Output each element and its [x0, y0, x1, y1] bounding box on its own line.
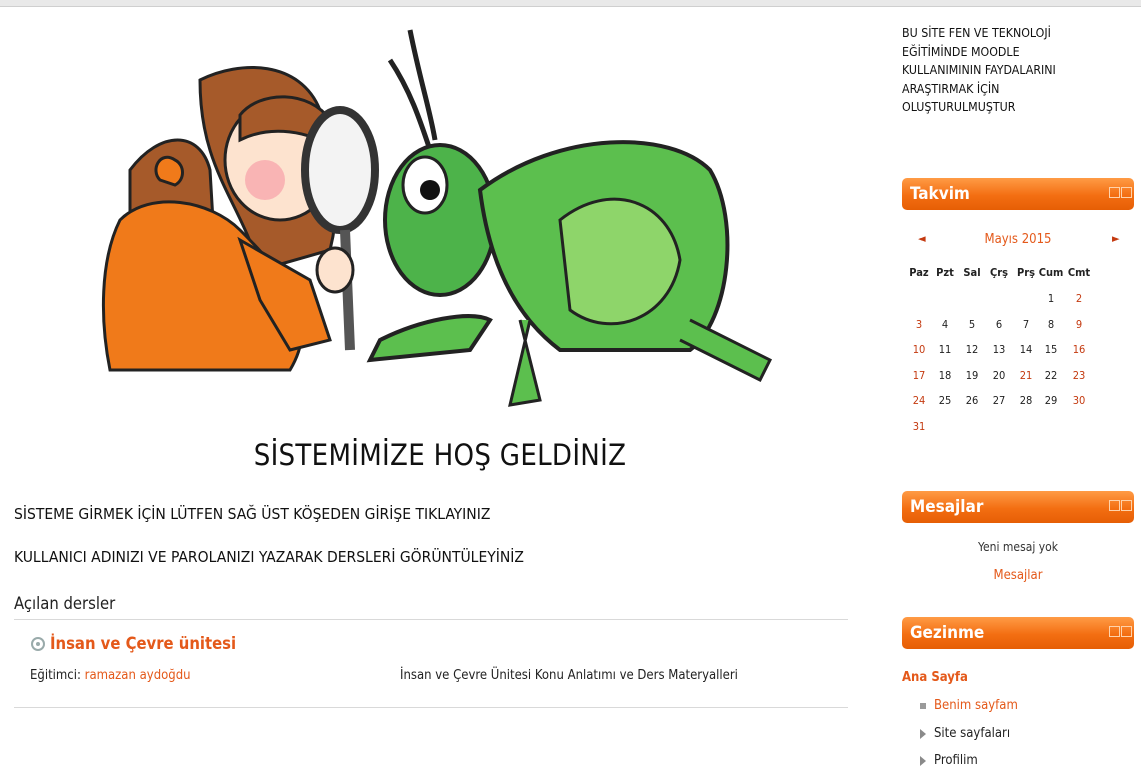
nav-item-label: Site sayfaları: [934, 726, 1011, 741]
nav-item-my-page[interactable]: Benim sayfam: [920, 698, 1018, 713]
calendar-day[interactable]: 23: [1066, 369, 1092, 382]
calendar-block-header: Takvim: [902, 178, 1134, 210]
bullet-icon: [920, 702, 926, 709]
calendar-day[interactable]: 6: [986, 318, 1012, 331]
calendar-day[interactable]: 24: [906, 394, 932, 407]
calendar-day[interactable]: 25: [932, 394, 958, 407]
divider: [14, 707, 848, 708]
divider: [14, 619, 848, 620]
calendar-day[interactable]: 14: [1013, 343, 1039, 356]
nav-home-link[interactable]: Ana Sayfa: [902, 670, 968, 685]
navigation-title: Gezinme: [910, 623, 985, 643]
weekday-header: Cmt: [1067, 266, 1091, 279]
girl-figure: [101, 66, 379, 372]
nav-item-label: Profilim: [934, 753, 978, 768]
calendar-day[interactable]: 4: [932, 318, 958, 331]
calendar-day[interactable]: 29: [1038, 394, 1064, 407]
calendar-day[interactable]: 30: [1066, 394, 1092, 407]
calendar-day[interactable]: 7: [1013, 318, 1039, 331]
calendar-day[interactable]: 18: [932, 369, 958, 382]
courses-heading: Açılan dersler: [14, 594, 116, 613]
site-description: BU SİTE FEN VE TEKNOLOJİ EĞİTİMİNDE MOOD…: [902, 26, 1056, 114]
calendar-day[interactable]: 15: [1038, 343, 1064, 356]
calendar-day[interactable]: 11: [932, 343, 958, 356]
course-summary: İnsan ve Çevre Ünitesi Konu Anlatımı ve …: [400, 668, 738, 683]
next-month-icon[interactable]: ►: [1112, 232, 1120, 245]
course-icon: [31, 637, 45, 651]
calendar-day[interactable]: 9: [1066, 318, 1092, 331]
calendar-day[interactable]: 17: [906, 369, 932, 382]
expand-arrow-icon: [920, 755, 926, 766]
calendar-day[interactable]: 2: [1066, 292, 1092, 305]
calendar-day[interactable]: 13: [986, 343, 1012, 356]
main-content: SİSTEMİMİZE HOŞ GELDİNİZ SİSTEME GİRMEK …: [0, 0, 880, 776]
calendar-day[interactable]: 22: [1038, 369, 1064, 382]
nav-item-site-pages[interactable]: Site sayfaları: [920, 726, 1010, 741]
minimize-icon[interactable]: [1109, 187, 1120, 198]
welcome-heading: SİSTEMİMİZE HOŞ GELDİNİZ: [253, 438, 627, 472]
teacher-label: Eğitimci:: [30, 668, 81, 683]
calendar-day[interactable]: 28: [1013, 394, 1039, 407]
no-messages-text: Yeni mesaj yok: [978, 540, 1058, 554]
teacher-link[interactable]: ramazan aydoğdu: [85, 668, 191, 683]
username-instruction: KULLANICI ADINIZI VE PAROLANIZI YAZARAK …: [14, 548, 524, 566]
calendar-day[interactable]: 16: [1066, 343, 1092, 356]
minimize-icon[interactable]: [1109, 626, 1120, 637]
login-instruction: SİSTEME GİRMEK İÇİN LÜTFEN SAĞ ÜST KÖŞED…: [14, 505, 491, 523]
navigation-block-header: Gezinme: [902, 617, 1134, 649]
calendar-day[interactable]: 26: [959, 394, 985, 407]
calendar-day[interactable]: 3: [906, 318, 932, 331]
dock-icon[interactable]: [1121, 500, 1132, 511]
calendar-day[interactable]: 12: [959, 343, 985, 356]
hero-illustration: [101, 29, 773, 407]
calendar-day[interactable]: 1: [1038, 292, 1064, 305]
weekday-header: Sal: [963, 266, 981, 279]
calendar-title: Takvim: [910, 184, 970, 204]
calendar-day[interactable]: 27: [986, 394, 1012, 407]
course-teacher: Eğitimci: ramazan aydoğdu: [30, 668, 191, 683]
nav-item-profile[interactable]: Profilim: [920, 753, 978, 768]
weekday-header: Cum: [1038, 266, 1064, 279]
weekday-header: Paz: [909, 266, 929, 279]
nav-item-label: Benim sayfam: [934, 698, 1018, 713]
messages-title: Mesajlar: [910, 497, 984, 517]
calendar-day[interactable]: 20: [986, 369, 1012, 382]
calendar-day[interactable]: 31: [906, 420, 932, 433]
grasshopper-figure: [366, 29, 773, 407]
messages-link[interactable]: Mesajlar: [902, 568, 1134, 583]
minimize-icon[interactable]: [1109, 500, 1120, 511]
weekday-header: Çrş: [989, 266, 1009, 279]
calendar-month[interactable]: Mayıs 2015: [902, 232, 1134, 247]
messages-block-header: Mesajlar: [902, 491, 1134, 523]
weekday-header: Prş: [1016, 266, 1036, 279]
expand-arrow-icon: [920, 728, 926, 739]
weekday-header: Pzt: [936, 266, 954, 279]
course-link[interactable]: İnsan ve Çevre ünitesi: [50, 634, 236, 653]
calendar-day[interactable]: 10: [906, 343, 932, 356]
calendar-day[interactable]: 5: [959, 318, 985, 331]
calendar-day[interactable]: 21: [1013, 369, 1039, 382]
calendar-day[interactable]: 8: [1038, 318, 1064, 331]
dock-icon[interactable]: [1121, 626, 1132, 637]
dock-icon[interactable]: [1121, 187, 1132, 198]
calendar-day[interactable]: 19: [959, 369, 985, 382]
